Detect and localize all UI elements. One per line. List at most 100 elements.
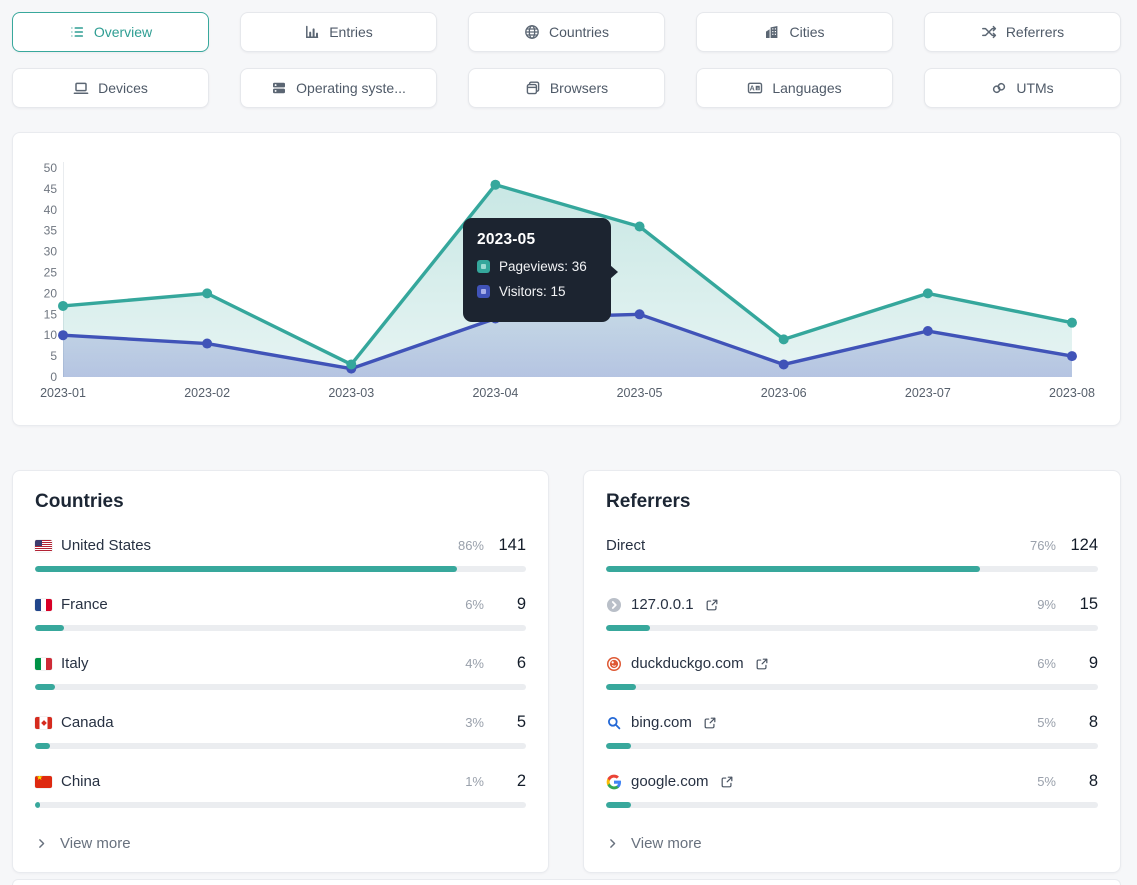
country-united-states[interactable]: United States 86% 141 [35, 535, 526, 572]
referrer-127-0-0-1[interactable]: 127.0.0.1 9% 15 [606, 594, 1098, 631]
pageviews-point-2023-08[interactable] [1067, 318, 1077, 328]
progress-fill [35, 684, 55, 690]
progress-track [606, 625, 1098, 631]
flag-ca-icon [35, 717, 52, 729]
tab-entries[interactable]: Entries [240, 12, 437, 52]
referrer-name: google.com [631, 773, 709, 790]
referrer-duckduckgo-com[interactable]: duckduckgo.com 6% 9 [606, 653, 1098, 690]
external-link-icon[interactable] [720, 775, 734, 789]
country-percent: 1% [424, 774, 484, 789]
visitors-point-2023-06[interactable] [779, 359, 789, 369]
pageviews-point-2023-04[interactable] [490, 180, 500, 190]
referrer-count: 9 [1056, 654, 1098, 673]
referrer-count: 8 [1056, 772, 1098, 791]
referrers-view-more-link[interactable]: View more [606, 835, 1098, 852]
list-icon [69, 24, 85, 40]
country-name: Canada [61, 714, 114, 731]
countries-view-more-link[interactable]: View more [35, 835, 526, 852]
pageviews-point-2023-02[interactable] [202, 288, 212, 298]
progress-track [606, 743, 1098, 749]
x-tick-label: 2023-03 [328, 386, 374, 400]
tab-languages[interactable]: Aa Languages [696, 68, 893, 108]
referrer-bing-com[interactable]: bing.com 5% 8 [606, 712, 1098, 749]
y-tick-label: 25 [44, 266, 58, 280]
country-france[interactable]: France 6% 9 [35, 594, 526, 631]
flag-us-icon [35, 540, 52, 552]
country-percent: 4% [424, 656, 484, 671]
external-link-icon[interactable] [705, 598, 719, 612]
country-percent: 86% [424, 538, 484, 553]
referrer-direct[interactable]: Direct 76% 124 [606, 535, 1098, 572]
x-tick-label: 2023-02 [184, 386, 230, 400]
tab-label: Referrers [1006, 24, 1064, 40]
tab-label: UTMs [1016, 80, 1053, 96]
duckduckgo-icon [606, 656, 622, 672]
tab-operating-syste[interactable]: Operating syste... [240, 68, 437, 108]
visitors-point-2023-05[interactable] [635, 309, 645, 319]
referrer-percent: 9% [996, 597, 1056, 612]
country-china[interactable]: China 1% 2 [35, 771, 526, 808]
flag-it-icon [35, 658, 52, 670]
chevron-right-icon [606, 837, 619, 850]
google-icon [606, 774, 622, 790]
traffic-chart-card: 051015202530354045502023-012023-022023-0… [12, 132, 1121, 426]
tooltip-series-value: Visitors: 15 [499, 284, 566, 299]
visitors-point-2023-01[interactable] [58, 330, 68, 340]
referrer-name: 127.0.0.1 [631, 596, 694, 613]
bing-icon [606, 715, 622, 731]
tab-devices[interactable]: Devices [12, 68, 209, 108]
tab-referrers[interactable]: Referrers [924, 12, 1121, 52]
country-percent: 3% [424, 715, 484, 730]
tab-label: Cities [789, 24, 824, 40]
external-link-icon[interactable] [703, 716, 717, 730]
pageviews-point-2023-03[interactable] [346, 359, 356, 369]
progress-track [35, 743, 526, 749]
referrer-name: bing.com [631, 714, 692, 731]
tab-utms[interactable]: UTMs [924, 68, 1121, 108]
y-tick-label: 15 [44, 307, 58, 321]
tab-countries[interactable]: Countries [468, 12, 665, 52]
progress-track [606, 684, 1098, 690]
country-percent: 6% [424, 597, 484, 612]
flag-fr-icon [35, 599, 52, 611]
progress-fill [606, 684, 636, 690]
pageviews-point-2023-05[interactable] [635, 222, 645, 232]
y-tick-label: 5 [50, 349, 57, 363]
referrer-percent: 6% [996, 656, 1056, 671]
pageviews-point-2023-07[interactable] [923, 288, 933, 298]
progress-fill [35, 802, 40, 808]
y-tick-label: 40 [44, 203, 58, 217]
tab-cities[interactable]: Cities [696, 12, 893, 52]
visitors-point-2023-02[interactable] [202, 339, 212, 349]
country-count: 5 [484, 713, 526, 732]
tab-overview[interactable]: Overview [12, 12, 209, 52]
tooltip-series-row: Pageviews: 36 [477, 259, 597, 274]
flag-cn-icon [35, 776, 52, 788]
visitors-point-2023-07[interactable] [923, 326, 933, 336]
country-canada[interactable]: Canada 3% 5 [35, 712, 526, 749]
pageviews-point-2023-06[interactable] [779, 334, 789, 344]
translate-icon: Aa [747, 80, 763, 96]
y-tick-label: 45 [44, 182, 58, 196]
visitors-point-2023-08[interactable] [1067, 351, 1077, 361]
progress-fill [35, 743, 50, 749]
y-tick-label: 50 [44, 161, 58, 175]
country-name: France [61, 596, 108, 613]
progress-fill [606, 802, 631, 808]
country-italy[interactable]: Italy 4% 6 [35, 653, 526, 690]
referrer-google-com[interactable]: google.com 5% 8 [606, 771, 1098, 808]
svg-text:A: A [750, 86, 755, 93]
country-count: 9 [484, 595, 526, 614]
series-swatch-icon [477, 285, 490, 298]
chart-tooltip: 2023-05 Pageviews: 36 Visitors: 15 [463, 218, 611, 322]
pageviews-point-2023-01[interactable] [58, 301, 68, 311]
tab-label: Operating syste... [296, 80, 406, 96]
series-swatch-icon [477, 260, 490, 273]
country-name: United States [61, 537, 151, 554]
y-tick-label: 20 [44, 286, 58, 300]
tab-browsers[interactable]: Browsers [468, 68, 665, 108]
referrer-count: 15 [1056, 595, 1098, 614]
referrers-card-title: Referrers [606, 491, 1098, 513]
external-link-icon[interactable] [755, 657, 769, 671]
x-tick-label: 2023-08 [1049, 386, 1095, 400]
